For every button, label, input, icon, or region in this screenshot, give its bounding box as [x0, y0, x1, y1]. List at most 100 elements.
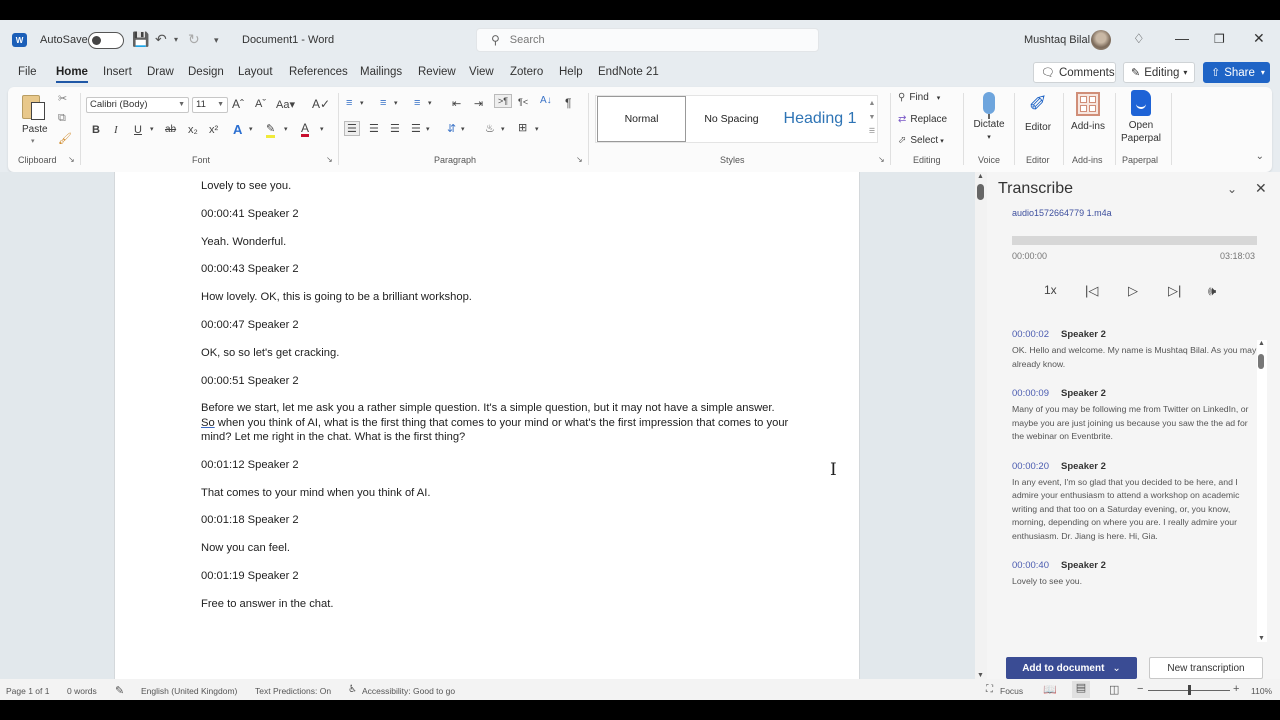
document-body[interactable]: Lovely to see you. 00:00:41 Speaker 2 Ye…: [201, 179, 791, 625]
addins-button[interactable]: Add-ins: [1068, 89, 1108, 133]
clipboard-launcher-icon[interactable]: ↘: [68, 155, 75, 164]
new-transcription-button[interactable]: New transcription: [1149, 657, 1263, 679]
tab-endnote[interactable]: EndNote 21: [598, 66, 659, 78]
align-left-icon[interactable]: ☰: [344, 121, 360, 136]
scroll-thumb[interactable]: [1258, 354, 1264, 369]
print-layout-icon[interactable]: ▤: [1072, 681, 1090, 698]
transcript-scrollbar[interactable]: ▲ ▼: [1257, 340, 1267, 642]
change-case-icon[interactable]: Aa▾: [276, 98, 295, 111]
close-button[interactable]: ✕: [1253, 30, 1265, 47]
undo-icon[interactable]: ↶: [155, 31, 167, 48]
paragraph-launcher-icon[interactable]: ↘: [576, 155, 583, 164]
customize-quick-access-icon[interactable]: ▾: [214, 35, 219, 46]
volume-icon[interactable]: 🕪: [1208, 283, 1216, 299]
numbering-dropdown-icon[interactable]: ▾: [394, 99, 398, 107]
increase-indent-icon[interactable]: ⇥: [474, 97, 483, 110]
add-to-document-button[interactable]: Add to document ⌄: [1006, 657, 1137, 679]
decrease-indent-icon[interactable]: ⇤: [452, 97, 461, 110]
tab-references[interactable]: References: [289, 66, 348, 78]
transcript-entry[interactable]: 00:00:20 Speaker 2 In any event, I'm so g…: [1012, 461, 1257, 544]
playback-progress-bar[interactable]: [1012, 236, 1257, 245]
zoom-level[interactable]: 110%: [1251, 686, 1272, 696]
tab-file[interactable]: File: [18, 66, 37, 78]
zoom-out-icon[interactable]: −: [1137, 683, 1143, 695]
tab-design[interactable]: Design: [188, 66, 224, 78]
text-predictions[interactable]: Text Predictions: On: [255, 686, 331, 696]
scroll-down-icon[interactable]: ▼: [1258, 635, 1265, 642]
show-formatting-marks-icon[interactable]: ¶: [565, 96, 571, 110]
scroll-down-icon[interactable]: ▼: [977, 672, 984, 679]
italic-icon[interactable]: I: [114, 124, 118, 136]
grow-font-icon[interactable]: Aˆ: [232, 97, 244, 111]
search-input[interactable]: ⚲ Search: [476, 28, 819, 52]
user-name[interactable]: Mushtaq Bilal: [1024, 34, 1090, 46]
font-name-select[interactable]: Calibri (Body) ▼: [86, 97, 189, 113]
zoom-in-icon[interactable]: +: [1233, 683, 1239, 695]
replace-button[interactable]: ⇄ Replace: [898, 114, 947, 125]
premium-diamond-icon[interactable]: ♢: [1133, 31, 1145, 47]
ltr-direction-icon[interactable]: >¶: [494, 94, 513, 108]
underline-dropdown-icon[interactable]: ▾: [150, 125, 154, 133]
word-count[interactable]: 0 words: [67, 686, 97, 696]
styles-up-icon[interactable]: ▲: [866, 97, 878, 111]
borders-dropdown-icon[interactable]: ▾: [535, 125, 539, 133]
line-spacing-icon[interactable]: ⇵: [447, 122, 456, 135]
skip-back-icon[interactable]: |◁: [1085, 283, 1098, 299]
text-effects-dropdown-icon[interactable]: ▾: [249, 125, 253, 133]
select-button[interactable]: ⬀ Select ▾: [898, 135, 944, 146]
pane-close-icon[interactable]: ✕: [1255, 180, 1267, 197]
multilevel-list-icon[interactable]: ≡: [414, 97, 420, 109]
bullets-dropdown-icon[interactable]: ▾: [360, 99, 364, 107]
tab-home[interactable]: Home: [56, 66, 88, 83]
tab-layout[interactable]: Layout: [238, 66, 273, 78]
shading-dropdown-icon[interactable]: ▾: [501, 125, 505, 133]
rtl-direction-icon[interactable]: ¶<: [518, 97, 528, 107]
superscript-icon[interactable]: x²: [209, 124, 218, 136]
font-size-select[interactable]: 11 ▼: [192, 97, 228, 113]
scroll-up-icon[interactable]: ▲: [1258, 340, 1265, 347]
format-painter-icon[interactable]: 🖌: [58, 132, 72, 145]
style-normal[interactable]: Normal: [597, 96, 686, 142]
entry-timestamp[interactable]: 00:00:02: [1012, 329, 1049, 340]
entry-timestamp[interactable]: 00:00:09: [1012, 388, 1049, 399]
font-launcher-icon[interactable]: ↘: [326, 155, 333, 164]
font-color-icon[interactable]: A: [301, 122, 310, 137]
styles-launcher-icon[interactable]: ↘: [878, 155, 885, 164]
redo-icon[interactable]: ↻: [188, 31, 200, 48]
playback-speed-button[interactable]: 1x: [1044, 283, 1057, 297]
tab-review[interactable]: Review: [418, 66, 456, 78]
scroll-up-icon[interactable]: ▲: [977, 173, 984, 180]
bullets-icon[interactable]: ≡: [346, 97, 352, 109]
comments-button[interactable]: 🗨 Comments: [1033, 62, 1116, 83]
dictate-button[interactable]: Dictate ▾: [970, 89, 1008, 144]
avatar[interactable]: [1091, 30, 1111, 50]
share-button[interactable]: ⇧ Share ▾: [1203, 62, 1270, 83]
paste-icon[interactable]: [22, 93, 46, 121]
shrink-font-icon[interactable]: Aˇ: [255, 98, 266, 110]
tab-help[interactable]: Help: [559, 66, 583, 78]
find-button[interactable]: ⚲ Find ▾: [898, 92, 940, 103]
copy-icon[interactable]: ⧉: [58, 112, 66, 125]
skip-forward-icon[interactable]: ▷|: [1168, 283, 1181, 299]
accessibility-status[interactable]: Accessibility: Good to go: [362, 686, 455, 696]
entry-timestamp[interactable]: 00:00:40: [1012, 560, 1049, 571]
style-no-spacing[interactable]: No Spacing: [687, 96, 776, 142]
transcript-entry[interactable]: 00:00:09 Speaker 2 Many of you may be fol…: [1012, 388, 1257, 444]
scroll-thumb[interactable]: [977, 184, 984, 200]
undo-dropdown-icon[interactable]: ▾: [174, 35, 178, 44]
transcript-entry[interactable]: 00:00:02 Speaker 2 OK. Hello and welcome.…: [1012, 329, 1257, 371]
grammar-flagged-word[interactable]: So: [201, 417, 215, 429]
transcript-entry[interactable]: 00:00:40 Speaker 2 Lovely to see you.: [1012, 560, 1257, 589]
cut-icon[interactable]: ✂: [58, 92, 67, 105]
document-scrollbar[interactable]: ▲ ▼: [975, 172, 987, 679]
bold-icon[interactable]: B: [92, 124, 100, 136]
open-paperpal-button[interactable]: Open Paperpal: [1118, 89, 1164, 145]
pane-options-chevron-icon[interactable]: ⌄: [1227, 182, 1237, 196]
align-right-icon[interactable]: ☰: [390, 122, 400, 135]
strikethrough-icon[interactable]: ab: [165, 124, 176, 135]
editor-button[interactable]: ✐ Editor: [1020, 89, 1056, 134]
focus-button[interactable]: Focus: [1000, 686, 1023, 696]
shading-icon[interactable]: ♨: [485, 122, 495, 135]
subscript-icon[interactable]: x₂: [188, 124, 198, 136]
justify-icon[interactable]: ☰: [411, 122, 421, 135]
